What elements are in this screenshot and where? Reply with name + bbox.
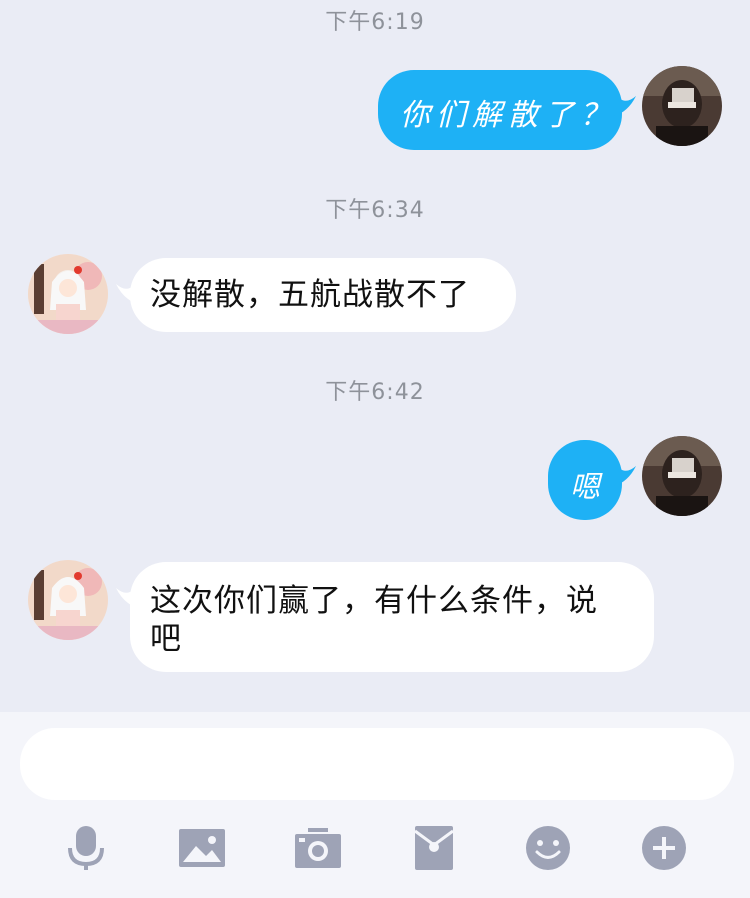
red-packet-button[interactable] — [408, 822, 460, 874]
timestamp: 下午6:42 — [325, 380, 425, 405]
emoji-button[interactable] — [522, 822, 574, 874]
outgoing-message-bubble[interactable]: 你们解散了？ — [378, 70, 636, 150]
image-icon — [179, 829, 225, 867]
bubble-tail — [614, 90, 636, 116]
message-text: 没解散，五航战散不了 — [150, 277, 470, 313]
camera-icon — [295, 828, 341, 868]
camera-button[interactable] — [292, 822, 344, 874]
incoming-message-bubble[interactable]: 这次你们赢了，有什么条件，说 吧 — [116, 562, 654, 672]
microphone-icon — [68, 826, 104, 870]
timestamp: 下午6:19 — [325, 10, 425, 35]
image-button[interactable] — [176, 822, 228, 874]
message-composer — [0, 712, 750, 898]
emoji-icon — [526, 826, 570, 870]
voice-button[interactable] — [60, 822, 112, 874]
message-text: 吧 — [150, 621, 182, 657]
contact-avatar[interactable] — [28, 254, 108, 334]
more-button[interactable] — [638, 822, 690, 874]
outgoing-message-bubble[interactable]: 嗯 — [548, 440, 636, 520]
plus-icon — [642, 826, 686, 870]
composer-toolbar — [0, 812, 750, 882]
timestamp: 下午6:34 — [325, 198, 425, 223]
message-text: 你们解散了？ — [400, 98, 616, 133]
contact-avatar[interactable] — [28, 560, 108, 640]
message-input[interactable] — [20, 728, 734, 800]
my-avatar[interactable] — [642, 66, 722, 146]
incoming-message-bubble[interactable]: 没解散，五航战散不了 — [116, 258, 516, 332]
bubble-tail — [116, 582, 138, 608]
red-packet-icon — [414, 826, 454, 870]
bubble-tail — [116, 278, 138, 304]
my-avatar[interactable] — [642, 436, 722, 516]
message-text: 这次你们赢了，有什么条件，说 — [150, 583, 598, 619]
bubble-tail — [614, 460, 636, 486]
chat-history[interactable]: 下午6:19 你们解散了？ 下午6:34 没解散，五航战散不了 下午6:42 嗯… — [0, 0, 750, 712]
